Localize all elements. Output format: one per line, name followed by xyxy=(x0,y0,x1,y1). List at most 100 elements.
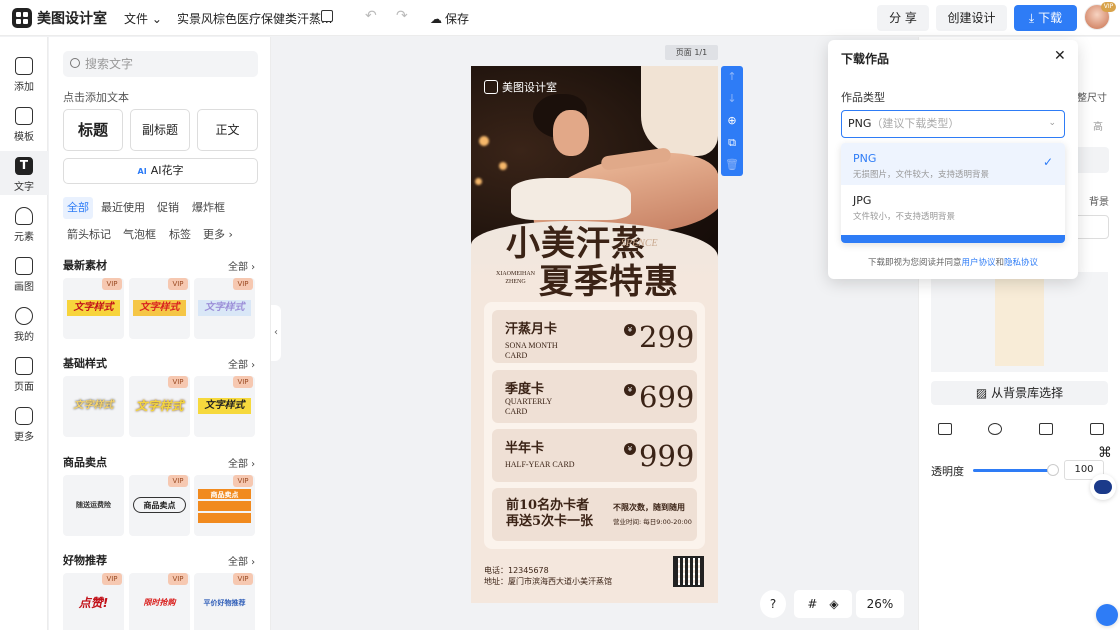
text-style-tile[interactable]: VIP 点赞! xyxy=(63,573,124,630)
text-style-tile[interactable]: 随送运费险 xyxy=(63,475,124,536)
layers-icon[interactable]: ◈ xyxy=(829,597,838,611)
option-jpg[interactable]: JPG 文件较小，不支持透明背景 xyxy=(841,185,1065,227)
grid-icon[interactable]: # xyxy=(807,597,817,611)
move-up-icon[interactable]: ↑ xyxy=(721,66,743,88)
share-button[interactable]: 分 享 xyxy=(877,5,929,31)
text-style-tile[interactable]: VIP 平价好物推荐 xyxy=(194,573,255,630)
rail-template[interactable]: 模板 xyxy=(0,107,48,143)
image-icon: ▨ xyxy=(975,386,988,400)
chip-arrow[interactable]: 箭头标记 xyxy=(63,224,115,246)
text-style-tile[interactable]: 文字样式 xyxy=(63,376,124,437)
file-menu-label: 文件 xyxy=(124,12,149,26)
help-button[interactable]: ? xyxy=(760,590,786,618)
redo-icon[interactable]: ↷ xyxy=(396,8,408,24)
chip-promo[interactable]: 促销 xyxy=(153,197,183,219)
chip-bubble[interactable]: 气泡框 xyxy=(119,224,160,246)
undo-icon[interactable]: ↶ xyxy=(365,8,377,24)
section-title: 最新素材 xyxy=(63,259,107,272)
ai-text-button[interactable]: AI AI花字 xyxy=(63,158,258,184)
chip-more[interactable]: 更多 › xyxy=(199,224,237,246)
poster-canvas[interactable]: 美图设计室 小美汗蒸 SPENCE XIAOMEIHAN ZHENG 夏季特惠 汗… xyxy=(471,66,718,603)
move-down-icon[interactable]: ↓ xyxy=(721,88,743,110)
crop-icon[interactable] xyxy=(938,423,952,435)
page-indicator[interactable]: 页面 1/1 xyxy=(665,45,718,60)
chevron-down-icon: ⌄ xyxy=(151,12,162,26)
download-button[interactable]: ⤓ 下载 xyxy=(1014,5,1077,31)
tile-art: 文字样式 xyxy=(135,399,184,413)
add-title-button[interactable]: 标题 xyxy=(63,109,123,151)
rail-mine-label: 我的 xyxy=(14,332,34,343)
add-body-button[interactable]: 正文 xyxy=(197,109,258,151)
tile-art: 平价好物推荐 xyxy=(203,599,246,607)
poster-brand-label: 美图设计室 xyxy=(502,81,557,94)
flip-icon[interactable] xyxy=(1039,423,1053,435)
rail-mine[interactable]: 我的 xyxy=(0,307,48,343)
rail-draw-label: 画图 xyxy=(14,282,34,293)
chip-all[interactable]: 全部 xyxy=(63,197,93,219)
document-title[interactable]: 实景风棕色医疗保健类汗蒸... xyxy=(177,10,332,27)
delete-icon[interactable]: 🗑 xyxy=(721,154,743,176)
shapes-icon xyxy=(15,207,33,225)
adjust-icon[interactable] xyxy=(1090,423,1104,435)
chip-explosion[interactable]: 爆炸框 xyxy=(188,197,229,219)
section-all-label: 全部 xyxy=(228,459,248,470)
user-agreement-link[interactable]: 用户协议 xyxy=(961,258,995,268)
close-icon[interactable]: ✕ xyxy=(1054,48,1066,64)
chip-label[interactable]: 标签 xyxy=(165,224,195,246)
assistant-icon[interactable] xyxy=(1090,474,1116,500)
text-style-tile[interactable]: VIP 文字样式 xyxy=(129,376,190,437)
rail-text[interactable]: T 文字 xyxy=(0,151,48,195)
rail-pages[interactable]: 页面 xyxy=(0,357,48,393)
card-name-en: QUARTERLY CARD xyxy=(505,397,552,416)
section-all-link[interactable]: 全部 › xyxy=(228,356,255,371)
add-page-icon[interactable]: ⊕ xyxy=(721,110,743,132)
add-subtitle-button[interactable]: 副标题 xyxy=(130,109,190,151)
vip-badge: VIP xyxy=(1101,2,1116,12)
background-library-button[interactable]: ▨ 从背景库选择 xyxy=(931,381,1108,405)
text-style-tile[interactable]: VIP 商品卖点 xyxy=(194,475,255,536)
search-input[interactable]: 搜索文字 xyxy=(63,51,258,77)
edit-icon[interactable] xyxy=(321,10,333,22)
tile-art: 文字样式 xyxy=(198,398,251,414)
privacy-link[interactable]: 隐私协议 xyxy=(1004,258,1038,268)
text-style-tile[interactable]: VIP 文字样式 xyxy=(129,278,190,339)
collapse-panel-handle[interactable]: ‹ xyxy=(271,305,281,361)
text-style-tile[interactable]: VIP 文字样式 xyxy=(194,376,255,437)
option-png[interactable]: PNG 无损图片，文件较大，支持透明背景 ✓ xyxy=(841,143,1065,185)
create-design-button[interactable]: 创建设计 xyxy=(936,5,1007,31)
text-style-tile[interactable]: VIP 文字样式 xyxy=(194,278,255,339)
chip-recent[interactable]: 最近使用 xyxy=(97,197,149,219)
section-all-link[interactable]: 全部 › xyxy=(228,455,255,470)
option-desc: 文件较小，不支持透明背景 xyxy=(853,212,956,222)
apps-icon[interactable]: ⌘ xyxy=(1092,440,1118,466)
copy-page-icon[interactable]: ⧉ xyxy=(721,132,743,154)
text-style-tile[interactable]: VIP 商品卖点 xyxy=(129,475,190,536)
confirm-download-button[interactable] xyxy=(841,235,1065,243)
text-style-tile[interactable]: VIP 限时抢购 xyxy=(129,573,190,630)
opacity-slider[interactable] xyxy=(973,469,1053,472)
text-style-tile[interactable]: VIP 文字样式 xyxy=(63,278,124,339)
height-label: 高 xyxy=(1093,122,1103,133)
section-all-label: 全部 xyxy=(228,262,248,273)
text-icon: T xyxy=(15,157,33,175)
save-button[interactable]: ☁ 保存 xyxy=(430,10,469,27)
file-type-select[interactable]: PNG（建议下载类型） ⌄ xyxy=(841,110,1065,138)
selected-type: PNG xyxy=(848,117,872,130)
app-logo[interactable]: 美图设计室 xyxy=(12,8,107,28)
section-all-label: 全部 xyxy=(228,557,248,568)
help-center-icon[interactable] xyxy=(1096,604,1118,626)
poster-brand: 美图设计室 xyxy=(484,79,557,95)
rail-draw[interactable]: 画图 xyxy=(0,257,48,293)
file-menu[interactable]: 文件 ⌄ xyxy=(124,10,162,27)
tile-art: 限时抢购 xyxy=(143,598,176,607)
zoom-level[interactable]: 26% xyxy=(856,590,904,618)
rail-more[interactable]: 更多 xyxy=(0,407,48,443)
section-all-link[interactable]: 全部 › xyxy=(228,258,255,273)
section-all-link[interactable]: 全部 › xyxy=(228,553,255,568)
phone-text: 电话：12345678 xyxy=(484,566,549,575)
tile-art: 商品卖点 xyxy=(133,497,186,513)
opacity-slider-handle[interactable] xyxy=(1047,464,1059,476)
rail-add[interactable]: 添加 xyxy=(0,57,48,93)
rail-elements[interactable]: 元素 xyxy=(0,207,48,243)
filter-icon[interactable] xyxy=(988,423,1002,435)
